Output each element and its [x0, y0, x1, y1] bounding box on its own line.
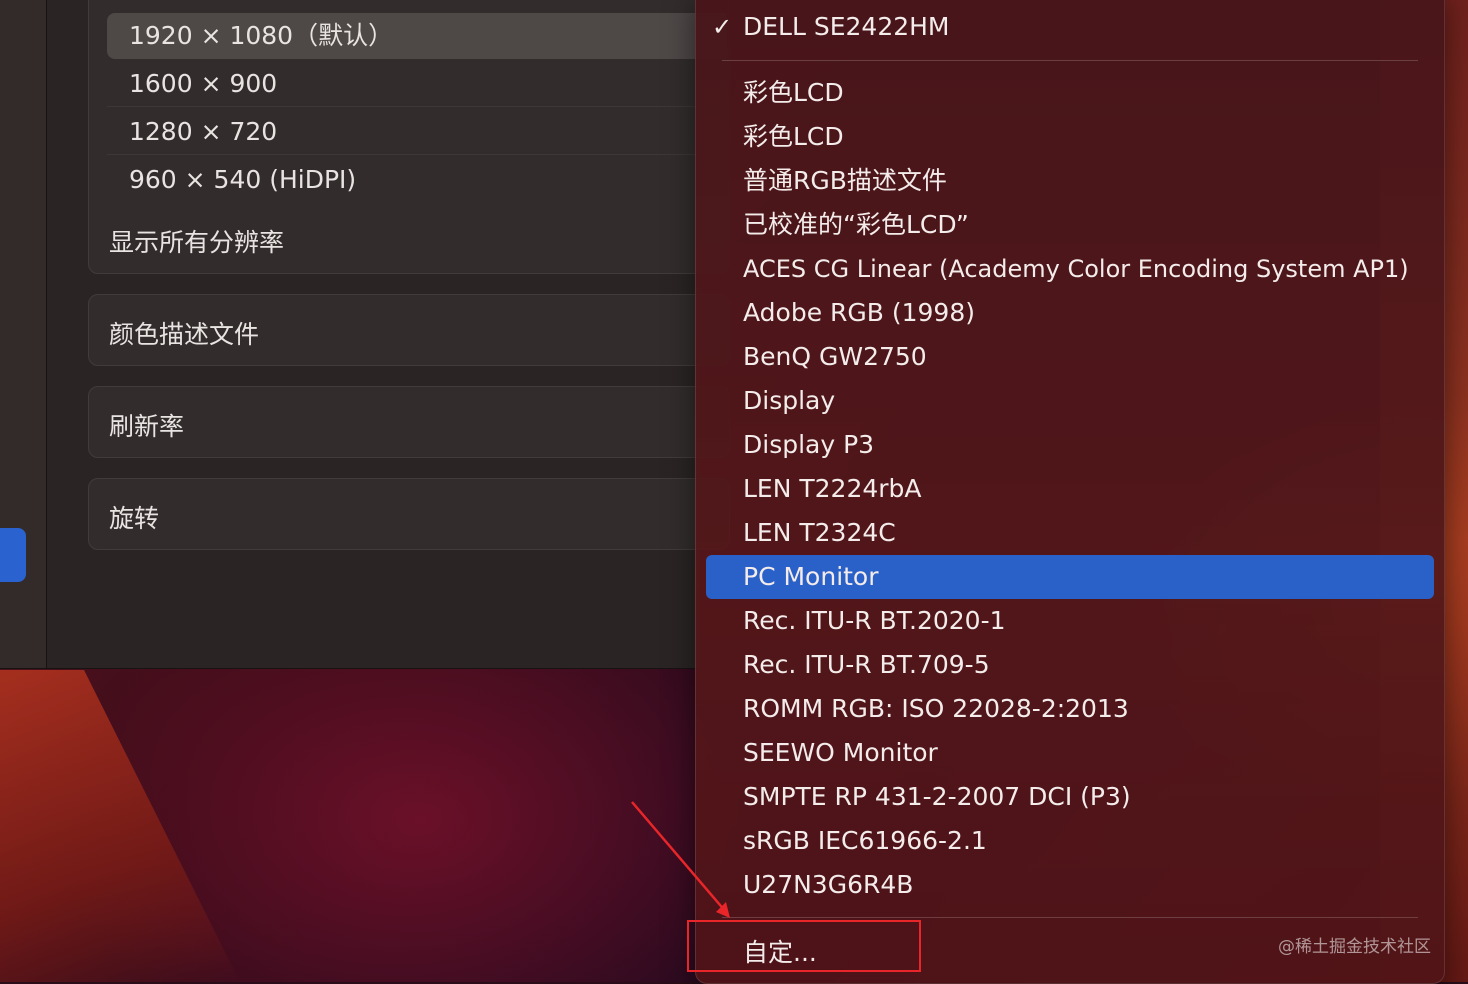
menu-item[interactable]: ROMM RGB: ISO 22028-2:2013: [706, 687, 1434, 731]
watermark: @稀土掘金技术社区: [1278, 937, 1431, 957]
menu-item-label: DELL SE2422HM: [743, 12, 950, 41]
resolution-label: 1280 × 720: [129, 117, 278, 146]
resolution-option-1600[interactable]: 1600 × 900: [107, 61, 727, 107]
resolution-option-960[interactable]: 960 × 540 (HiDPI): [107, 157, 727, 203]
menu-item-label: SEEWO Monitor: [743, 738, 938, 767]
menu-separator: [722, 917, 1418, 918]
color-profile-dropdown-menu: ✓ DELL SE2422HM 彩色LCD 彩色LCD 普通RGB描述文件 已校…: [695, 0, 1445, 984]
sidebar-selected-item[interactable]: [0, 528, 26, 582]
resolution-label: 1920 × 1080（默认）: [129, 21, 394, 50]
menu-item-label: Display P3: [743, 430, 875, 459]
menu-item-label: 已校准的“彩色LCD”: [743, 210, 969, 239]
menu-item[interactable]: Display P3: [706, 423, 1434, 467]
menu-item[interactable]: ACES CG Linear (Academy Color Encoding S…: [706, 247, 1434, 291]
menu-item-label: Rec. ITU-R BT.709-5: [743, 650, 990, 679]
resolution-label: 1600 × 900: [129, 69, 278, 98]
menu-item-checked[interactable]: ✓ DELL SE2422HM: [706, 5, 1434, 49]
menu-item[interactable]: Display: [706, 379, 1434, 423]
resolution-option-1280[interactable]: 1280 × 720: [107, 109, 727, 155]
menu-item[interactable]: 普通RGB描述文件: [706, 159, 1434, 203]
menu-item[interactable]: 彩色LCD: [706, 115, 1434, 159]
menu-item-label: PC Monitor: [743, 562, 879, 591]
refresh-rate-label: 刷新率: [109, 412, 185, 441]
menu-item[interactable]: Rec. ITU-R BT.2020-1: [706, 599, 1434, 643]
rotation-row[interactable]: 旋转: [88, 478, 730, 550]
resolution-panel: 1920 × 1080（默认） 1600 × 900 1280 × 720 96…: [88, 0, 730, 274]
menu-item[interactable]: 已校准的“彩色LCD”: [706, 203, 1434, 247]
menu-item[interactable]: sRGB IEC61966-2.1: [706, 819, 1434, 863]
menu-item[interactable]: Adobe RGB (1998): [706, 291, 1434, 335]
settings-sidebar: [0, 0, 47, 668]
menu-item-label: LEN T2224rbA: [743, 474, 922, 503]
menu-separator: [722, 60, 1418, 61]
menu-item[interactable]: U27N3G6R4B: [706, 863, 1434, 907]
menu-item[interactable]: SEEWO Monitor: [706, 731, 1434, 775]
menu-item[interactable]: BenQ GW2750: [706, 335, 1434, 379]
menu-item-label: ACES CG Linear (Academy Color Encoding S…: [743, 255, 1409, 283]
color-profile-row[interactable]: 颜色描述文件: [88, 294, 730, 366]
resolution-option-1920[interactable]: 1920 × 1080（默认）: [107, 13, 727, 59]
resolution-label: 960 × 540 (HiDPI): [129, 165, 357, 194]
color-profile-label: 颜色描述文件: [109, 320, 260, 349]
display-settings-window: 1920 × 1080（默认） 1600 × 900 1280 × 720 96…: [0, 0, 730, 669]
show-all-resolutions-button[interactable]: 显示所有分辨率: [109, 223, 284, 259]
menu-item-label: BenQ GW2750: [743, 342, 927, 371]
menu-item[interactable]: SMPTE RP 431-2-2007 DCI (P3): [706, 775, 1434, 819]
menu-item-label: 彩色LCD: [743, 78, 844, 107]
menu-item-label: ROMM RGB: ISO 22028-2:2013: [743, 694, 1129, 723]
menu-item-label: Adobe RGB (1998): [743, 298, 975, 327]
menu-item-label: sRGB IEC61966-2.1: [743, 826, 987, 855]
refresh-rate-row[interactable]: 刷新率: [88, 386, 730, 458]
menu-item[interactable]: 彩色LCD: [706, 71, 1434, 115]
menu-item-label: SMPTE RP 431-2-2007 DCI (P3): [743, 782, 1131, 811]
checkmark-icon: ✓: [712, 13, 733, 41]
rotation-label: 旋转: [109, 504, 160, 533]
menu-item-label: U27N3G6R4B: [743, 870, 914, 899]
menu-item-label: LEN T2324C: [743, 518, 896, 547]
menu-item-label: Display: [743, 386, 836, 415]
menu-item[interactable]: Rec. ITU-R BT.709-5: [706, 643, 1434, 687]
menu-item[interactable]: LEN T2324C: [706, 511, 1434, 555]
menu-item-label: Rec. ITU-R BT.2020-1: [743, 606, 1006, 635]
menu-item-highlighted[interactable]: PC Monitor: [706, 555, 1434, 599]
annotation-highlight-box: [687, 920, 921, 972]
menu-item-label: 彩色LCD: [743, 122, 844, 151]
menu-item[interactable]: LEN T2224rbA: [706, 467, 1434, 511]
menu-item-label: 普通RGB描述文件: [743, 166, 947, 195]
